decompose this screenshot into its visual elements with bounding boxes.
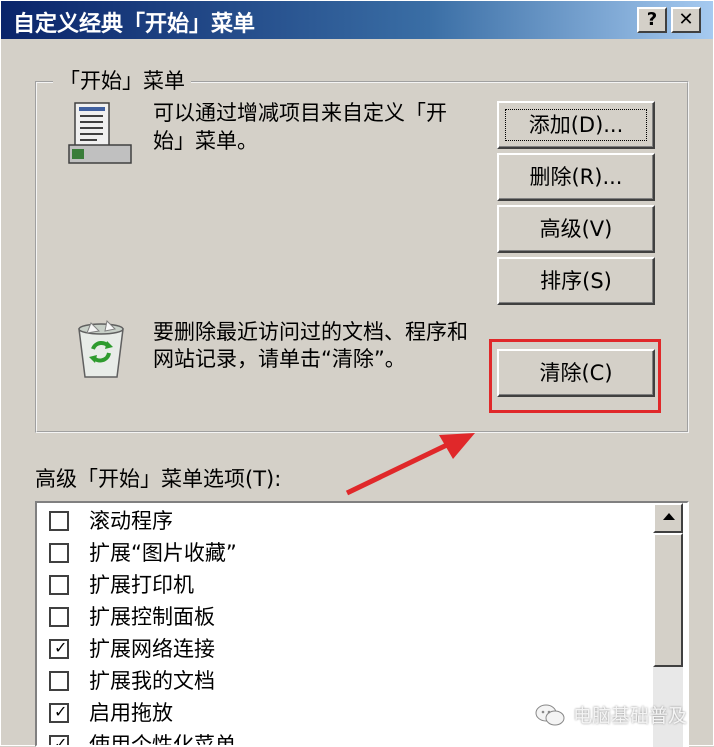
red-arrow-annotation (345, 433, 475, 496)
clear-description: 要删除最近访问过的文档、程序和网站记录，请单击“清除”。 (153, 320, 468, 371)
start-menu-group-label: 「开始」菜单 (53, 65, 191, 95)
advanced-button[interactable]: 高级(V) (497, 205, 655, 253)
checkbox[interactable] (49, 543, 69, 563)
watermark: 电脑基础普及 (535, 699, 705, 733)
checkbox[interactable]: ✓ (49, 734, 69, 747)
list-item-label: 滚动程序 (89, 509, 173, 533)
close-button[interactable]: ✕ (671, 7, 701, 33)
list-item-label: 扩展网络连接 (89, 637, 215, 661)
list-item-label: 使用个性化菜单 (89, 733, 236, 747)
checkbox[interactable] (49, 607, 69, 627)
scroll-thumb[interactable] (653, 533, 683, 667)
checkmark-icon: ✓ (54, 638, 68, 657)
delete-button[interactable]: 删除(R)... (497, 153, 655, 201)
checkbox[interactable] (49, 575, 69, 595)
title-bar[interactable]: 自定义经典「开始」菜单 ? ✕ (1, 1, 713, 39)
checkbox[interactable] (49, 671, 69, 691)
arrow-up-icon (663, 513, 675, 520)
checkbox[interactable] (49, 511, 69, 531)
checkmark-icon: ✓ (54, 734, 68, 747)
list-item-label: 启用拖放 (89, 701, 173, 725)
scroll-up-button[interactable] (653, 503, 683, 533)
list-item-label: 扩展打印机 (89, 573, 194, 597)
recycle-bin-icon (78, 319, 124, 378)
watermark-text: 电脑基础普及 (573, 705, 688, 727)
window-title: 自定义经典「开始」菜单 (13, 12, 256, 37)
list-item-label: 扩展控制面板 (89, 605, 215, 629)
add-button[interactable]: 添加(D)... (497, 101, 655, 149)
checkbox[interactable]: ✓ (49, 639, 69, 659)
highlight-box (489, 339, 661, 413)
start-menu-document-icon (68, 102, 132, 164)
focus-rectangle (505, 109, 647, 141)
list-item-label: 扩展我的文档 (89, 669, 215, 693)
advanced-options-label: 高级「开始」菜单选项(T): (35, 467, 282, 491)
checkmark-icon: ✓ (54, 702, 68, 721)
list-item-label: 扩展“图片收藏” (89, 541, 237, 565)
start-menu-description: 可以通过增减项目来自定义「开始」菜单。 (153, 101, 447, 153)
wechat-icon (535, 704, 565, 726)
help-button[interactable]: ? (637, 7, 667, 33)
checkbox[interactable]: ✓ (49, 703, 69, 723)
dialog-window: 自定义经典「开始」菜单 ? ✕ 「开始」菜单 可以通过增减项目来自定义「开始」菜… (0, 0, 714, 747)
sort-button[interactable]: 排序(S) (497, 257, 655, 305)
